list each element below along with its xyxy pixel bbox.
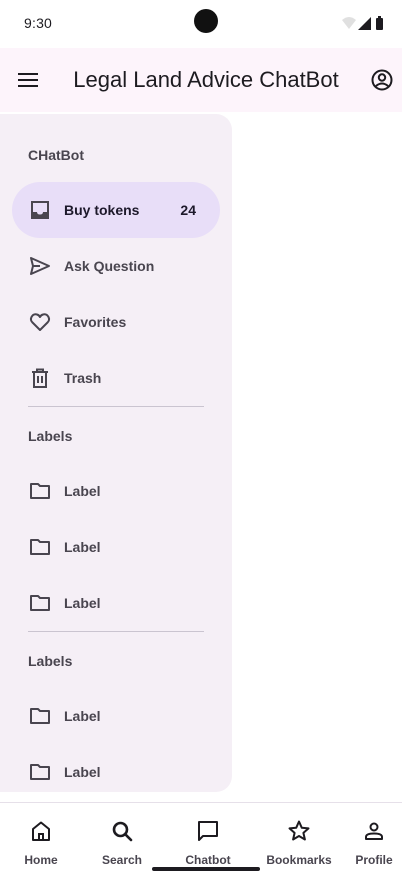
drawer-item-label: Label bbox=[64, 595, 101, 611]
section-headline: Labels bbox=[28, 428, 73, 444]
drawer-item-label: Favorites bbox=[64, 314, 127, 330]
drawer-item-label-3[interactable]: Label bbox=[12, 575, 220, 631]
top-app-bar: Legal Land Advice ChatBot bbox=[0, 48, 402, 112]
signal-icon bbox=[358, 17, 371, 30]
drawer-item-label: Label bbox=[64, 539, 101, 555]
section-headline: Labels bbox=[28, 653, 73, 669]
person-icon bbox=[365, 822, 383, 840]
drawer-item-label-5[interactable]: Label bbox=[12, 744, 220, 792]
tab-profile[interactable]: Profile bbox=[346, 803, 402, 874]
account-button[interactable] bbox=[368, 66, 396, 94]
camera-cutout bbox=[194, 9, 218, 33]
app-title: Legal Land Advice ChatBot bbox=[73, 67, 339, 92]
folder-icon bbox=[30, 483, 50, 499]
battery-icon bbox=[376, 18, 383, 30]
drawer-item-label-1[interactable]: Label bbox=[12, 463, 220, 519]
drawer-item-label: Ask Question bbox=[64, 258, 155, 274]
folder-icon bbox=[30, 595, 50, 611]
tab-label: Chatbot bbox=[185, 853, 231, 867]
tab-label: Bookmarks bbox=[266, 853, 332, 867]
drawer-item-ask-question[interactable]: Ask Question bbox=[12, 238, 220, 294]
home-indicator bbox=[152, 867, 260, 871]
bottom-navigation-bar: Home Search Chatbot Bookmarks Profile bbox=[0, 802, 402, 874]
send-icon bbox=[30, 257, 50, 275]
drawer-item-label: Label bbox=[64, 483, 101, 499]
drawer-item-label: Label bbox=[64, 708, 101, 724]
inbox-icon bbox=[31, 201, 49, 219]
chat-icon bbox=[198, 821, 218, 841]
drawer-headline: CHatBot bbox=[28, 147, 84, 163]
folder-icon bbox=[30, 708, 50, 724]
trash-icon bbox=[32, 368, 48, 388]
drawer-divider bbox=[28, 631, 204, 632]
tab-home[interactable]: Home bbox=[0, 803, 82, 874]
home-icon bbox=[32, 821, 50, 841]
drawer-item-label: Label bbox=[64, 764, 101, 780]
drawer-item-badge: 24 bbox=[180, 202, 196, 218]
folder-icon bbox=[30, 539, 50, 555]
tab-label: Home bbox=[24, 853, 58, 867]
drawer-item-trash[interactable]: Trash bbox=[12, 350, 220, 406]
status-time: 9:30 bbox=[24, 15, 53, 31]
drawer-item-label: Trash bbox=[64, 370, 102, 386]
tab-search[interactable]: Search bbox=[82, 803, 162, 874]
tab-bookmarks[interactable]: Bookmarks bbox=[258, 803, 340, 874]
drawer-item-label-4[interactable]: Label bbox=[12, 688, 220, 744]
drawer-item-buy-tokens[interactable]: Buy tokens 24 bbox=[12, 182, 220, 238]
star-icon bbox=[288, 820, 310, 841]
folder-icon bbox=[30, 764, 50, 780]
tab-label: Profile bbox=[355, 853, 393, 867]
wifi-icon bbox=[342, 17, 356, 29]
drawer-divider bbox=[28, 406, 204, 407]
status-icons bbox=[342, 16, 383, 30]
tab-chatbot[interactable]: Chatbot bbox=[166, 803, 250, 874]
drawer-item-label-2[interactable]: Label bbox=[12, 519, 220, 575]
search-icon bbox=[112, 821, 133, 842]
navigation-drawer: CHatBot Buy tokens 24 Ask Question Favor… bbox=[0, 114, 232, 792]
drawer-item-favorites[interactable]: Favorites bbox=[12, 294, 220, 350]
tab-label: Search bbox=[101, 853, 143, 867]
heart-icon bbox=[29, 313, 51, 331]
status-bar: 9:30 bbox=[0, 0, 402, 48]
drawer-item-label: Buy tokens bbox=[64, 202, 140, 218]
account-circle-icon bbox=[371, 69, 393, 91]
